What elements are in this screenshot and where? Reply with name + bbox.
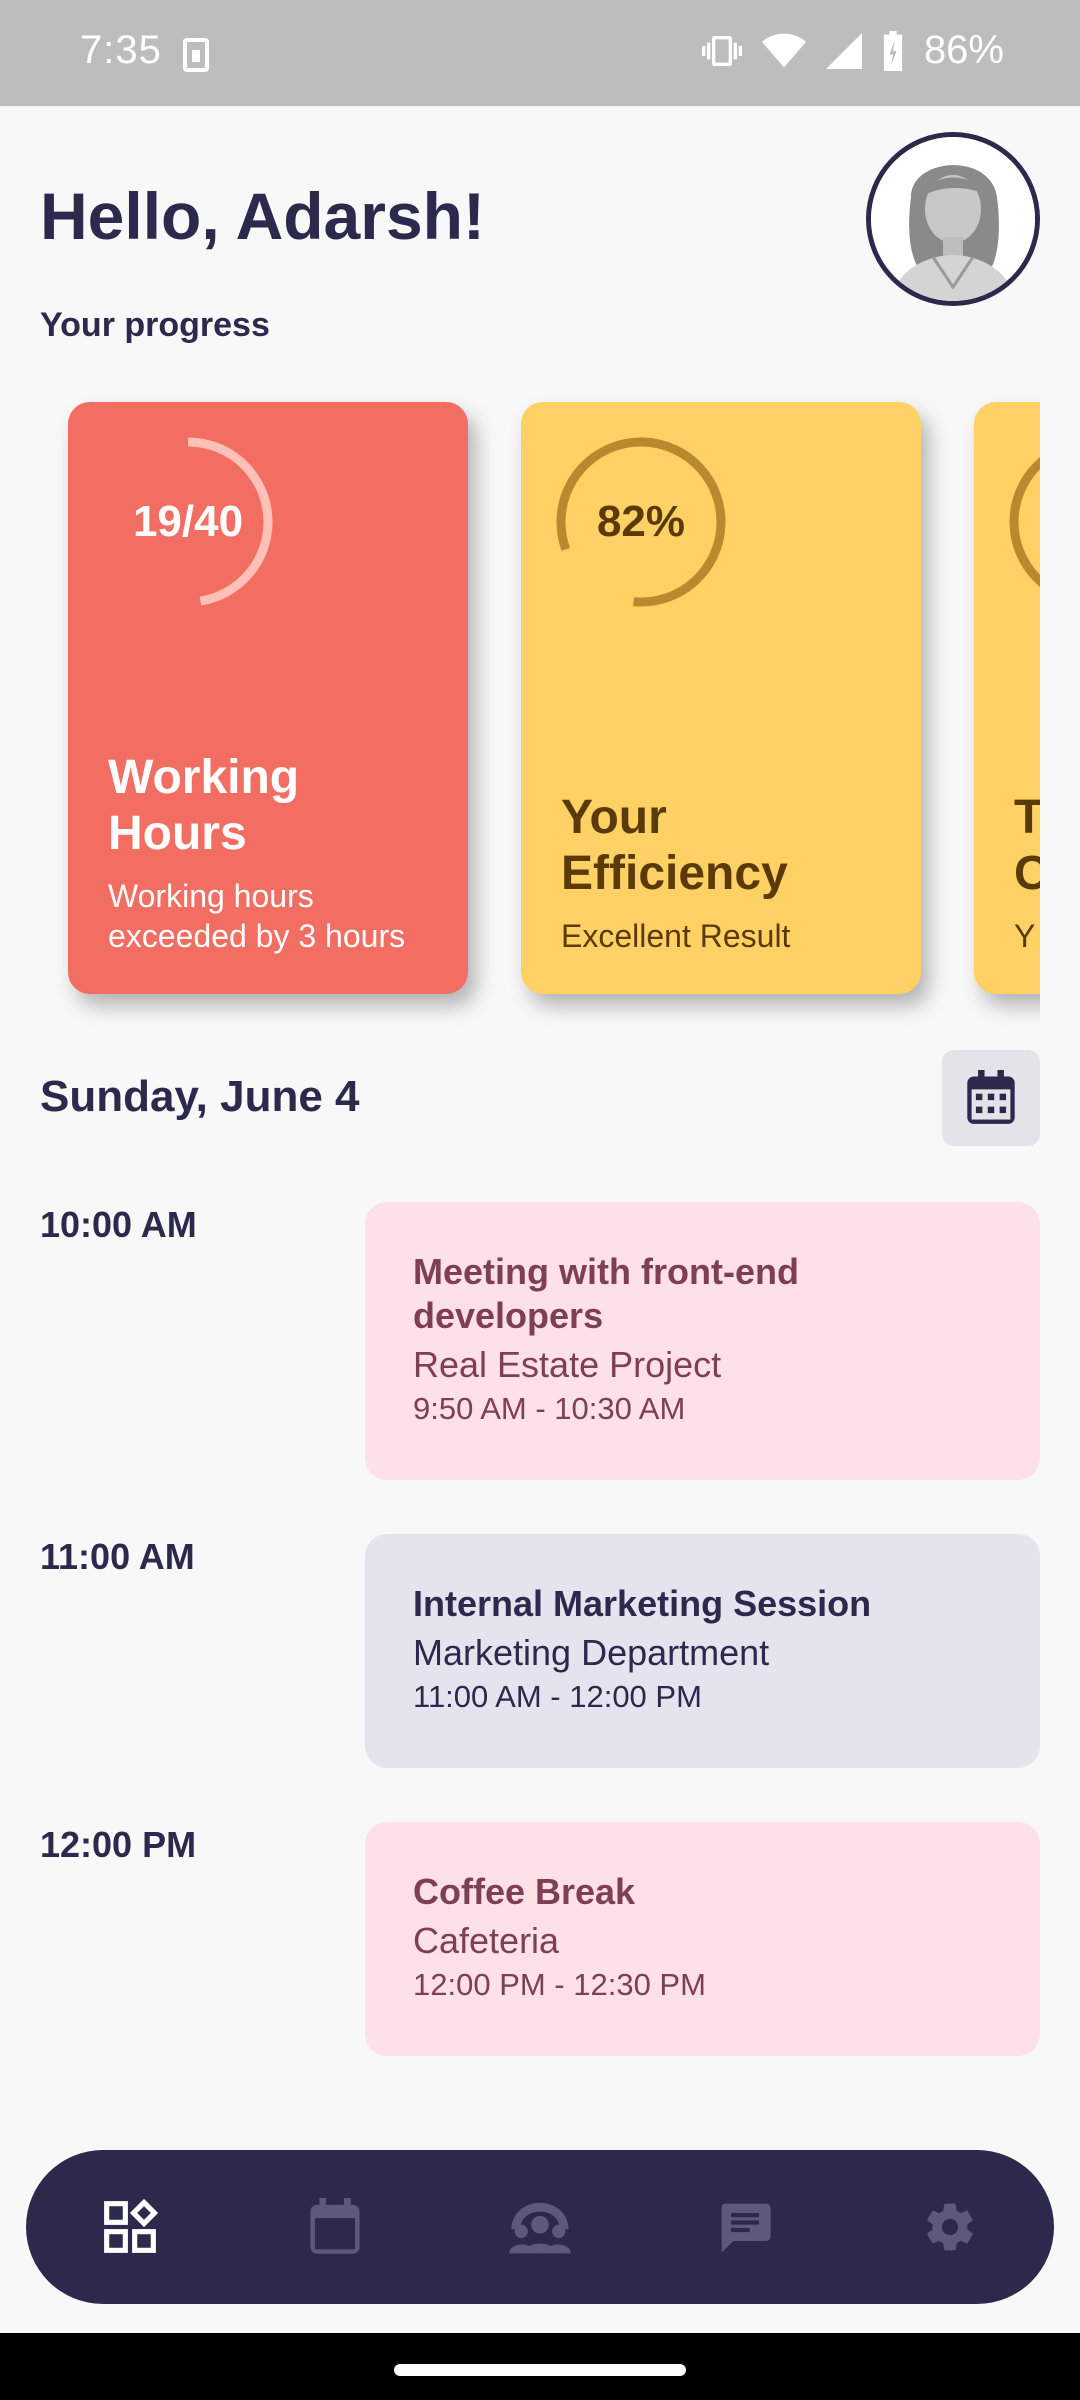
time-slot-label: 10:00 AM	[40, 1204, 197, 1245]
card-title-line: Your	[561, 791, 667, 844]
team-icon	[509, 2202, 571, 2254]
event-time: 12:00 PM - 12:30 PM	[413, 1967, 706, 2002]
battery-percent: 86%	[923, 28, 1004, 72]
nav-dashboard[interactable]	[90, 2187, 170, 2267]
sim-card-icon	[183, 38, 209, 72]
card-subtitle-line: exceeded by 3 hours	[108, 918, 406, 954]
battery-icon	[883, 30, 903, 71]
progress-section-label: Your progress	[40, 306, 270, 344]
card-title-line: Efficiency	[561, 847, 788, 900]
card-subtitle-line: Y	[1014, 918, 1036, 954]
calendar-icon	[310, 2198, 360, 2254]
time-slot-label: 11:00 AM	[40, 1536, 195, 1577]
card-title-line: C	[1014, 847, 1040, 900]
time-slot-label: 12:00 PM	[40, 1824, 197, 1865]
greeting-title: Hello, Adarsh!	[40, 179, 485, 253]
working-hours-value: 19/40	[132, 497, 244, 546]
schedule-date: Sunday, June 4	[40, 1072, 360, 1121]
wifi-icon	[761, 33, 806, 67]
event-card[interactable]: Coffee Break Cafeteria 12:00 PM - 12:30 …	[365, 1822, 1040, 2056]
partial-ring	[1009, 457, 1040, 587]
working-hours-card[interactable]: 19/40 Working Hours Working hours exceed…	[68, 402, 468, 994]
messages-icon	[721, 2203, 771, 2253]
event-title: Internal Marketing Session	[413, 1583, 872, 1624]
event-subtitle: Cafeteria	[413, 1920, 560, 1961]
calendar-button[interactable]	[942, 1050, 1040, 1146]
card-subtitle-line: Excellent Result	[561, 918, 791, 954]
event-title: Coffee Break	[413, 1871, 636, 1912]
status-icons: 86%	[701, 28, 1004, 73]
nav-calendar[interactable]	[295, 2187, 375, 2267]
card-title-line: Hours	[108, 807, 247, 860]
partial-card[interactable]: T C Y	[974, 402, 1040, 994]
efficiency-value: 82%	[596, 497, 686, 546]
home-gesture-handle[interactable]	[394, 2364, 686, 2376]
progress-carousel[interactable]: 19/40 Working Hours Working hours exceed…	[0, 390, 1040, 1030]
nav-team[interactable]	[500, 2187, 580, 2267]
nav-messages[interactable]	[705, 2187, 785, 2267]
event-subtitle: Real Estate Project	[413, 1344, 722, 1385]
signal-icon	[825, 32, 862, 69]
status-bar: 7:35 86%	[0, 0, 1080, 106]
avatar-image	[871, 137, 1035, 301]
avatar[interactable]	[866, 132, 1040, 306]
efficiency-card[interactable]: 82% Your Efficiency Excellent Result	[521, 402, 921, 994]
nav-settings[interactable]	[910, 2187, 990, 2267]
settings-icon	[927, 2203, 973, 2251]
vibrate-icon	[701, 35, 742, 66]
event-subtitle: Marketing Department	[413, 1632, 770, 1673]
event-title: Meeting with front-end developers	[413, 1251, 799, 1336]
event-card[interactable]: Meeting with front-end developers Real E…	[365, 1202, 1040, 1480]
calendar-icon	[967, 1070, 1015, 1124]
event-card[interactable]: Internal Marketing Session Marketing Dep…	[365, 1534, 1040, 1768]
status-time: 7:35	[80, 28, 162, 72]
event-time: 11:00 AM - 12:00 PM	[413, 1679, 702, 1714]
card-title-line: Working	[108, 751, 300, 804]
bottom-navigation	[26, 2150, 1054, 2304]
dashboard-icon	[104, 2199, 158, 2253]
card-title-line: T	[1014, 791, 1040, 844]
card-subtitle-line: Working hours	[108, 878, 314, 914]
event-time: 9:50 AM - 10:30 AM	[413, 1391, 686, 1426]
